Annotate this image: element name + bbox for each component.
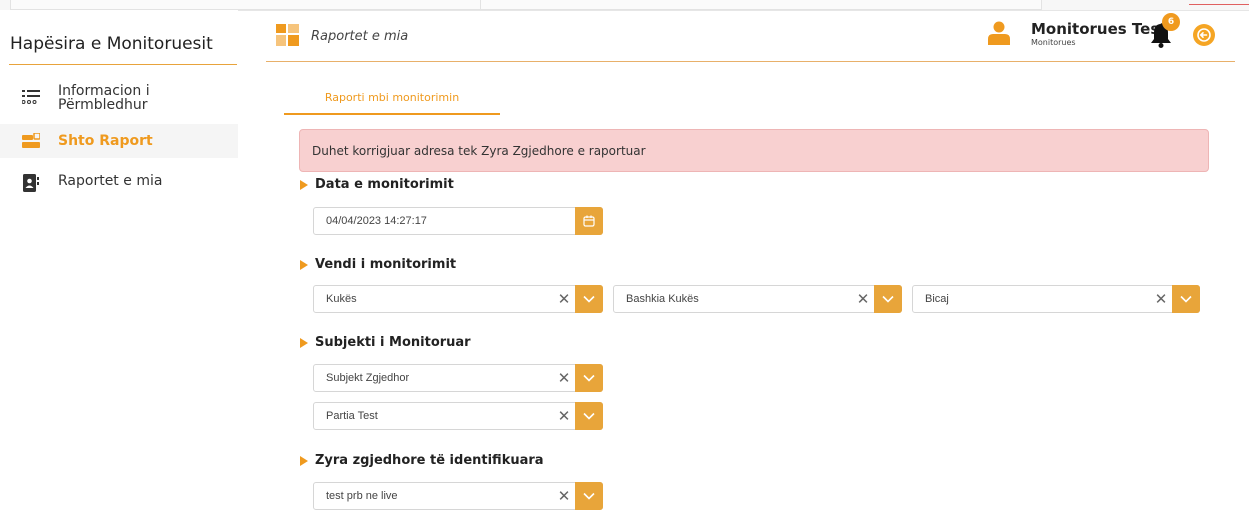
- sidebar-title: Hapësira e Monitoruesit: [10, 34, 213, 54]
- chevron-down-icon: [583, 374, 595, 382]
- offices-value: test prb ne live: [326, 490, 398, 502]
- clear-icon[interactable]: ✕: [553, 369, 575, 387]
- top-strip-segment: [480, 0, 1042, 10]
- sidebar-item-label: Shto Raport: [58, 133, 153, 149]
- top-strip-accent: [1189, 0, 1249, 5]
- unit-value: Bicaj: [925, 293, 949, 305]
- municipality-select[interactable]: Bashkia Kukës ✕: [613, 285, 902, 313]
- municipality-value: Bashkia Kukës: [626, 293, 699, 305]
- caret-right-icon: [300, 337, 308, 348]
- section-date-header[interactable]: Data e monitorimit: [300, 177, 454, 192]
- sidebar: Hapësira e Monitoruesit Informacion i Pë…: [0, 10, 238, 497]
- contacts-book-icon: [22, 174, 40, 192]
- chevron-down-icon: [882, 295, 894, 303]
- chevron-down-icon: [583, 412, 595, 420]
- dropdown-button[interactable]: [874, 285, 902, 313]
- list-icon: [22, 88, 40, 106]
- caret-right-icon: [300, 179, 308, 190]
- subject-type-select[interactable]: Subjekt Zgjedhor ✕: [313, 364, 603, 392]
- user-role: Monitorues: [1031, 38, 1076, 47]
- dropdown-button[interactable]: [1172, 285, 1200, 313]
- user-avatar-icon[interactable]: [988, 21, 1010, 49]
- region-select[interactable]: Kukës ✕: [313, 285, 603, 313]
- section-offices-header[interactable]: Zyra zgjedhore të identifikuara: [300, 453, 544, 468]
- sidebar-item-raportet[interactable]: Raportet e mia: [0, 174, 238, 198]
- caret-right-icon: [300, 259, 308, 270]
- calendar-button[interactable]: [575, 207, 603, 235]
- offices-select[interactable]: test prb ne live ✕: [313, 482, 603, 510]
- chevron-down-icon: [583, 295, 595, 303]
- section-location-header[interactable]: Vendi i monitorimit: [300, 257, 456, 272]
- party-value: Partia Test: [326, 410, 378, 422]
- sidebar-item-label: Raportet e mia: [58, 173, 163, 189]
- region-value: Kukës: [326, 293, 357, 305]
- error-alert: Duhet korrigjuar adresa tek Zyra Zgjedho…: [299, 129, 1209, 172]
- sidebar-item-informacion[interactable]: Informacion i Përmbledhur: [0, 84, 238, 122]
- notification-badge: 6: [1162, 13, 1180, 31]
- dropdown-button[interactable]: [575, 364, 603, 392]
- sidebar-item-label: Informacion i: [58, 83, 150, 99]
- page-title: Raportet e mia: [311, 29, 409, 44]
- section-subject-header[interactable]: Subjekti i Monitoruar: [300, 335, 471, 350]
- sidebar-divider: [9, 64, 237, 65]
- section-title: Vendi i monitorimit: [315, 257, 457, 272]
- tab-raporti-mbi-monitorimin[interactable]: Raporti mbi monitorimin: [284, 86, 500, 115]
- unit-select[interactable]: Bicaj ✕: [912, 285, 1200, 313]
- chevron-down-icon: [583, 492, 595, 500]
- sidebar-item-label: Përmbledhur: [58, 97, 148, 113]
- section-title: Zyra zgjedhore të identifikuara: [315, 453, 544, 468]
- dropdown-button[interactable]: [575, 402, 603, 430]
- top-strip-segment: [10, 0, 482, 10]
- header-divider: [266, 61, 1235, 62]
- clear-icon[interactable]: ✕: [553, 290, 575, 308]
- date-field[interactable]: 04/04/2023 14:27:17: [313, 207, 603, 235]
- calendar-icon: [583, 215, 595, 227]
- clear-icon[interactable]: ✕: [553, 407, 575, 425]
- dropdown-button[interactable]: [575, 285, 603, 313]
- section-title: Subjekti i Monitoruar: [315, 335, 471, 350]
- sidebar-item-shto-raport[interactable]: Shto Raport: [0, 124, 238, 158]
- clear-icon[interactable]: ✕: [1150, 290, 1172, 308]
- user-name[interactable]: Monitorues Test: [1031, 20, 1166, 38]
- clear-icon[interactable]: ✕: [553, 487, 575, 505]
- dropdown-button[interactable]: [575, 482, 603, 510]
- caret-right-icon: [300, 455, 308, 466]
- section-title: Data e monitorimit: [315, 177, 454, 192]
- chevron-down-icon: [1180, 295, 1192, 303]
- add-report-icon: [22, 132, 40, 150]
- party-select[interactable]: Partia Test ✕: [313, 402, 603, 430]
- subject-type-value: Subjekt Zgjedhor: [326, 372, 410, 384]
- date-value[interactable]: 04/04/2023 14:27:17: [314, 215, 575, 227]
- logout-icon: [1197, 28, 1211, 42]
- grid-logo-icon: [276, 24, 299, 50]
- logout-button[interactable]: [1193, 24, 1215, 46]
- clear-icon[interactable]: ✕: [852, 290, 874, 308]
